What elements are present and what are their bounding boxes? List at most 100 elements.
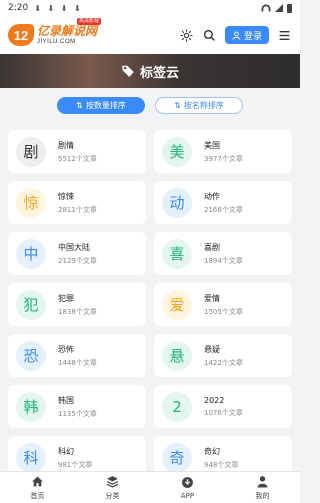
sort-by-count-label: 按数量排序 — [85, 101, 126, 110]
tag-article-count: 981个文章 — [58, 460, 93, 469]
tag-info: 2022 1076个文章 — [204, 396, 243, 418]
theme-toggle-icon[interactable] — [179, 27, 195, 43]
tag-initial: 韩 — [16, 391, 46, 422]
tag-info: 奇幻 948个文章 — [204, 446, 238, 470]
tag-info: 动作 2166个文章 — [204, 191, 243, 215]
tag-initial: 悬 — [162, 340, 192, 371]
tag-card[interactable]: 惊 惊悚 2811个文章 — [8, 181, 146, 224]
tag-card[interactable]: 犯 犯罪 1838个文章 — [8, 283, 146, 326]
tag-initial: 动 — [162, 187, 192, 218]
page-banner: 标签云 — [0, 54, 300, 88]
header-actions: 登录 — [179, 26, 292, 44]
tag-info: 美国 3977个文章 — [204, 140, 243, 164]
tag-name: 中国大陆 — [58, 242, 90, 252]
person-icon — [256, 475, 269, 489]
wifi-icon — [261, 4, 271, 12]
tag-card[interactable]: 韩 韩国 1135个文章 — [8, 385, 146, 428]
user-icon — [232, 31, 241, 40]
tag-info: 中国大陆 2129个文章 — [58, 242, 97, 266]
tab-mine[interactable]: 我的 — [225, 472, 300, 503]
app-header: 12 高清影视 亿录解说网 JIYILU.COM 登录 — [0, 16, 300, 54]
tag-grid: 剧 剧情 5512个文章 美 美国 3977个文章惊 惊悚 2811个文章 动 动作 2166个文章… — [8, 130, 292, 479]
tag-info: 悬疑 1422个文章 — [204, 344, 243, 368]
home-icon — [31, 475, 44, 489]
sort-by-count-button[interactable]: ⇅ 按数量排序 — [57, 97, 145, 114]
tag-name: 剧情 — [58, 140, 74, 150]
login-button[interactable]: 登录 — [224, 26, 269, 44]
battery-icon — [287, 3, 292, 13]
logo-name: 亿录解说网 — [37, 24, 98, 38]
tag-initial: 奇 — [162, 442, 192, 473]
tag-name: 爱情 — [204, 293, 220, 303]
logo-badge: 高清影视 — [77, 18, 102, 25]
tag-icon — [122, 65, 134, 77]
tab-category-label: 分类 — [105, 491, 120, 500]
logo-domain: JIYILU.COM — [37, 39, 76, 45]
tag-card[interactable]: 爱 爱情 1505个文章 — [154, 283, 292, 326]
tag-card[interactable]: 动 动作 2166个文章 — [154, 181, 292, 224]
tag-info: 喜剧 1894个文章 — [204, 242, 243, 266]
tag-name: 恐怖 — [58, 344, 74, 354]
login-label: 登录 — [243, 31, 262, 42]
tab-mine-label: 我的 — [255, 491, 270, 500]
tag-initial: 犯 — [16, 289, 46, 320]
tab-app-label: APP — [180, 491, 195, 500]
logo-text: 高清影视 亿录解说网 JIYILU.COM — [37, 18, 102, 45]
tag-name: 悬疑 — [204, 344, 220, 354]
tag-info: 恐怖 1448个文章 — [58, 344, 97, 368]
tag-initial: 中 — [16, 238, 46, 269]
tag-article-count: 1505个文章 — [204, 307, 243, 316]
search-icon[interactable] — [202, 27, 218, 43]
tag-initial: 惊 — [16, 187, 46, 218]
tag-article-count: 2129个文章 — [58, 256, 97, 265]
tag-name: 2022 — [204, 395, 225, 405]
sort-icon: ⇅ — [76, 101, 83, 110]
bottom-tab-bar: 首页 分类 APP 我的 — [0, 471, 300, 503]
tag-initial: 恐 — [16, 340, 46, 371]
tag-info: 韩国 1135个文章 — [58, 395, 97, 419]
status-bar: 2:20 ⬇ ⬇ ⬇ ⬇ — [0, 0, 300, 16]
tag-initial: 爱 — [162, 289, 192, 320]
tag-initial: 美 — [162, 136, 192, 167]
tag-name: 美国 — [204, 140, 220, 150]
tag-card[interactable]: 中 中国大陆 2129个文章 — [8, 232, 146, 275]
tag-initial: 2 — [162, 391, 192, 422]
tag-initial: 剧 — [16, 136, 46, 167]
tag-info: 犯罪 1838个文章 — [58, 293, 97, 317]
signal-icon — [275, 4, 283, 12]
tag-article-count: 948个文章 — [204, 460, 239, 469]
download-icons: ⬇ ⬇ ⬇ ⬇ — [34, 3, 83, 13]
tag-article-count: 1076个文章 — [204, 408, 243, 417]
tag-name: 奇幻 — [204, 446, 220, 456]
tag-article-count: 5512个文章 — [58, 154, 97, 163]
tab-home-label: 首页 — [30, 491, 45, 500]
tag-card[interactable]: 2 2022 1076个文章 — [154, 385, 292, 428]
sort-by-name-button[interactable]: ⇅ 按名称排序 — [155, 97, 243, 114]
tag-article-count: 2166个文章 — [204, 205, 243, 214]
tag-name: 韩国 — [58, 395, 74, 405]
tag-name: 科幻 — [58, 446, 74, 456]
tag-info: 惊悚 2811个文章 — [58, 191, 97, 215]
tag-name: 动作 — [204, 191, 220, 201]
site-logo[interactable]: 12 高清影视 亿录解说网 JIYILU.COM — [8, 18, 102, 46]
tab-category[interactable]: 分类 — [75, 472, 150, 503]
status-right — [261, 3, 292, 13]
tag-article-count: 1135个文章 — [58, 409, 97, 418]
layers-icon — [106, 475, 119, 489]
tag-article-count: 1838个文章 — [58, 307, 97, 316]
tag-initial: 喜 — [162, 238, 192, 269]
sort-icon: ⇅ — [174, 101, 181, 110]
sort-by-name-label: 按名称排序 — [183, 101, 224, 110]
tab-app[interactable]: APP — [150, 472, 225, 503]
tag-info: 剧情 5512个文章 — [58, 140, 97, 164]
download-circle-icon — [181, 476, 194, 490]
tag-card[interactable]: 美 美国 3977个文章 — [154, 130, 292, 173]
tag-card[interactable]: 恐 恐怖 1448个文章 — [8, 334, 146, 377]
menu-icon[interactable] — [276, 27, 292, 43]
tag-card[interactable]: 喜 喜剧 1894个文章 — [154, 232, 292, 275]
tag-name: 犯罪 — [58, 293, 74, 303]
tag-article-count: 1422个文章 — [204, 358, 243, 367]
tag-card[interactable]: 悬 悬疑 1422个文章 — [154, 334, 292, 377]
tab-home[interactable]: 首页 — [0, 472, 75, 503]
tag-card[interactable]: 剧 剧情 5512个文章 — [8, 130, 146, 173]
